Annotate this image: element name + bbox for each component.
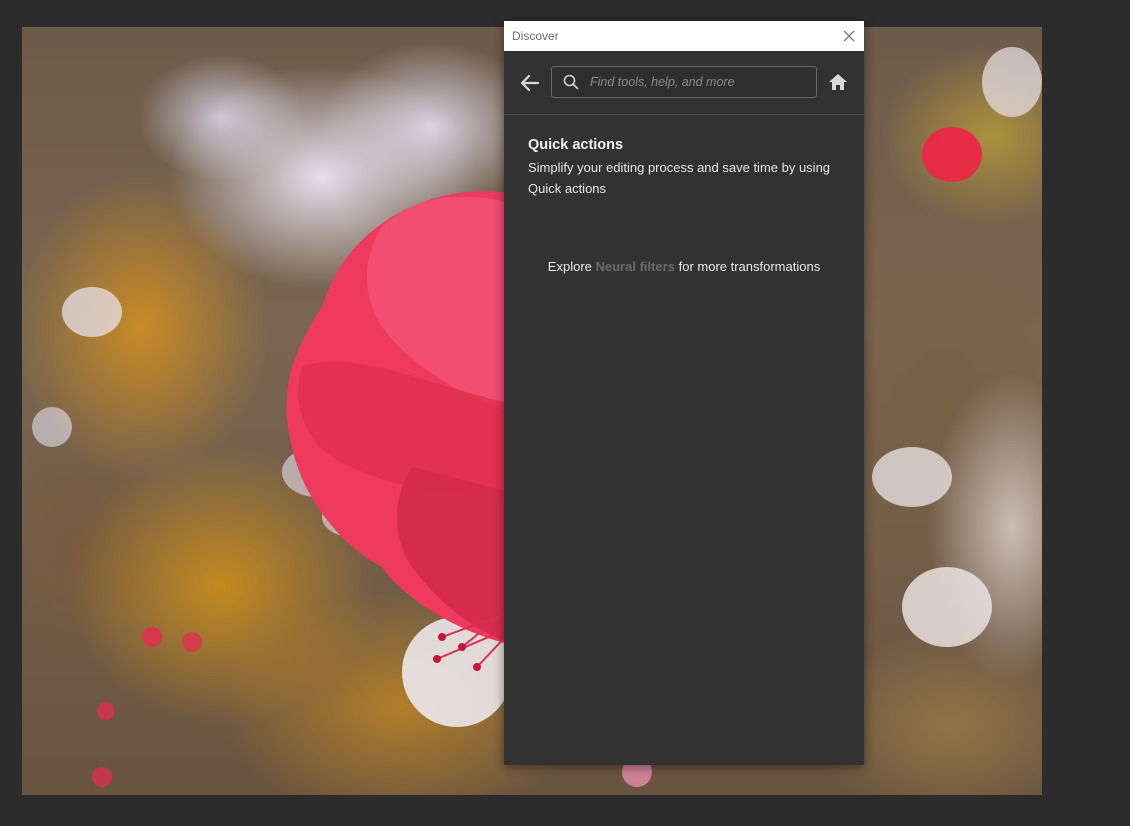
- explore-suffix: for more transformations: [674, 259, 821, 274]
- bokeh-highlight: [32, 407, 72, 447]
- search-icon: [563, 74, 579, 90]
- home-icon[interactable]: [828, 72, 848, 92]
- bokeh-highlight: [92, 767, 112, 787]
- arrow-left-icon[interactable]: [518, 72, 542, 94]
- bokeh-highlight: [142, 627, 162, 647]
- search-box[interactable]: [551, 66, 817, 98]
- panel-title: Discover: [512, 29, 559, 43]
- neural-filters-link[interactable]: Neural filters: [596, 259, 675, 274]
- explore-prefix: Explore: [547, 259, 596, 274]
- search-input[interactable]: [590, 71, 810, 93]
- discover-panel: Discover Quick actions Simplify: [504, 21, 864, 765]
- bokeh-highlight: [97, 702, 115, 720]
- discover-content: Quick actions Simplify your editing proc…: [504, 115, 864, 274]
- bokeh-highlight: [872, 447, 952, 507]
- bokeh-highlight: [902, 567, 992, 647]
- section-title: Quick actions: [528, 137, 624, 153]
- workspace: Discover Quick actions Simplify: [0, 0, 1130, 826]
- section-description: Simplify your editing process and save t…: [528, 160, 831, 196]
- bokeh-highlight: [62, 287, 122, 337]
- discover-titlebar[interactable]: Discover: [504, 21, 864, 51]
- close-icon[interactable]: [840, 27, 858, 45]
- explore-line: Explore Neural filters for more transfor…: [528, 259, 840, 274]
- bokeh-highlight: [982, 47, 1042, 117]
- bokeh-highlight: [182, 632, 202, 652]
- discover-toolbar: [504, 51, 864, 115]
- bokeh-highlight: [922, 127, 982, 182]
